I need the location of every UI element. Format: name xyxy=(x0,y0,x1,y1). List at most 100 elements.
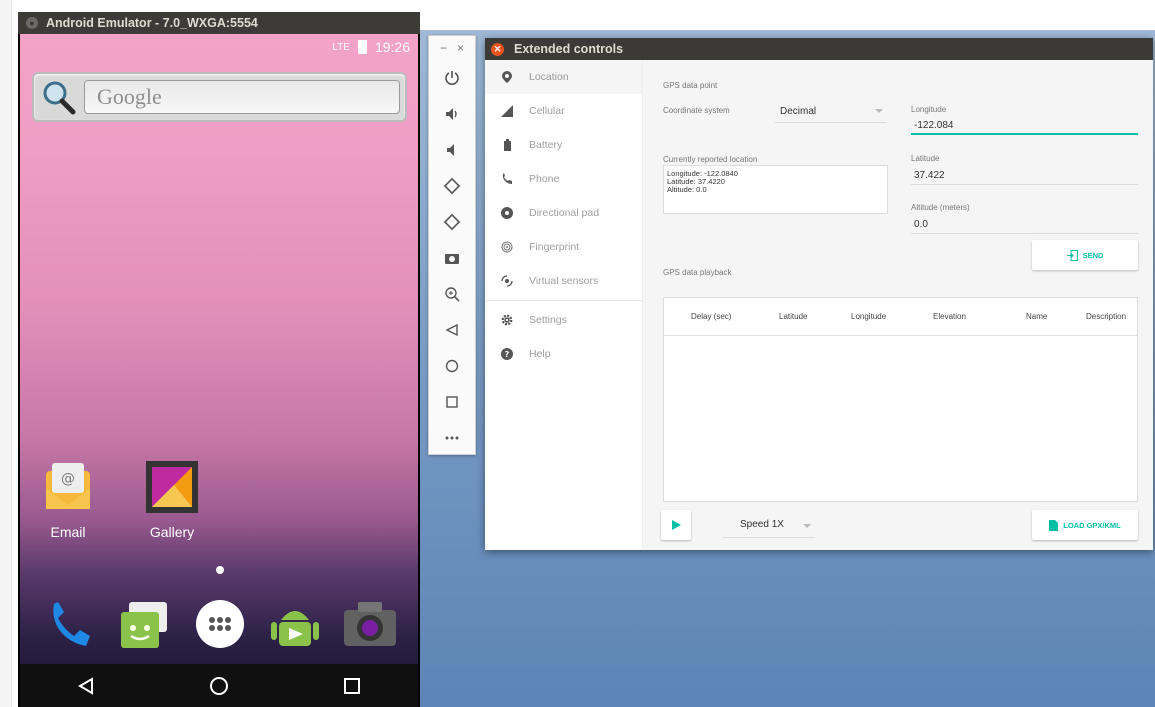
sidebar-item-cellular[interactable]: Cellular xyxy=(485,94,642,128)
gps-playback-table[interactable]: Delay (sec) Latitude Longitude Elevation… xyxy=(663,297,1138,502)
minimize-icon[interactable]: − xyxy=(440,41,447,55)
rotate-right-icon[interactable] xyxy=(429,204,475,240)
google-search-bar[interactable]: Google xyxy=(32,72,407,122)
play-store-icon[interactable] xyxy=(265,594,325,654)
phone-icon xyxy=(501,173,513,185)
send-button[interactable]: SEND xyxy=(1032,240,1138,270)
app-email[interactable]: @ Email xyxy=(28,459,108,540)
recents-icon[interactable] xyxy=(340,674,364,698)
more-icon[interactable] xyxy=(429,420,475,456)
sidebar-item-label: Cellular xyxy=(529,105,565,117)
email-icon: @ xyxy=(46,463,90,509)
rotate-left-icon[interactable] xyxy=(429,168,475,204)
column-header: Description xyxy=(1086,312,1127,321)
table-header: Delay (sec) Latitude Longitude Elevation… xyxy=(664,298,1137,336)
latitude-field[interactable]: 37.422 xyxy=(911,166,1138,185)
back-icon[interactable] xyxy=(429,312,475,348)
gps-point-heading: GPS data point xyxy=(663,81,718,90)
altitude-field[interactable]: 0.0 xyxy=(911,215,1138,234)
sidebar-item-virtual-sensors[interactable]: Virtual sensors xyxy=(485,264,642,298)
back-icon[interactable] xyxy=(74,674,98,698)
page-indicator xyxy=(216,566,224,574)
app-gallery[interactable]: Gallery xyxy=(132,459,212,540)
close-icon[interactable]: ✕ xyxy=(491,42,504,56)
sidebar-item-help[interactable]: ? Help xyxy=(485,337,642,371)
extended-controls-window: ✕ Extended controls Location Cellular Ba… xyxy=(485,38,1153,550)
toolbar-window-controls: − × xyxy=(429,36,475,60)
file-icon xyxy=(1049,519,1059,531)
column-header: Longitude xyxy=(851,312,887,321)
longitude-value: -122.084 xyxy=(914,120,954,131)
signal-icon xyxy=(501,105,513,117)
home-icon[interactable] xyxy=(429,348,475,384)
battery-icon xyxy=(501,139,513,151)
sidebar-item-label: Fingerprint xyxy=(529,241,580,253)
emulator-toolbar: − × xyxy=(428,35,476,455)
home-icon[interactable] xyxy=(207,674,231,698)
app-drawer-icon[interactable] xyxy=(190,594,250,654)
battery-icon xyxy=(357,40,367,54)
latitude-label: Latitude xyxy=(911,154,940,163)
play-button[interactable] xyxy=(661,510,691,540)
column-header: Elevation xyxy=(933,312,966,321)
coord-system-select[interactable]: Decimal xyxy=(775,100,887,123)
chevron-down-icon xyxy=(803,524,811,528)
emulator-title: Android Emulator - 7.0_WXGA:5554 xyxy=(46,16,258,30)
speed-select[interactable]: Speed 1X xyxy=(723,515,815,538)
location-panel: GPS data point Coordinate system Decimal… xyxy=(643,60,1153,550)
coord-system-value: Decimal xyxy=(780,106,817,117)
status-time: 19:26 xyxy=(374,39,410,55)
search-icon[interactable] xyxy=(40,79,76,115)
volume-down-icon[interactable] xyxy=(429,132,475,168)
column-header: Delay (sec) xyxy=(691,312,732,321)
gallery-icon xyxy=(146,461,198,513)
playback-heading: GPS data playback xyxy=(663,268,732,277)
sidebar-item-phone[interactable]: Phone xyxy=(485,162,642,196)
svg-text:?: ? xyxy=(505,350,510,359)
sidebar-item-location[interactable]: Location xyxy=(485,60,642,94)
sidebar-item-label: Settings xyxy=(529,314,567,326)
send-icon xyxy=(1066,249,1078,261)
emulator-titlebar: ● Android Emulator - 7.0_WXGA:5554 xyxy=(18,12,420,34)
overview-icon[interactable] xyxy=(429,384,475,420)
svg-text:@: @ xyxy=(61,471,75,487)
location-pin-icon xyxy=(501,71,513,83)
current-location-box: Longitude: -122.0840 Latitude: 37.4220 A… xyxy=(663,165,888,214)
device-screen[interactable]: LTE 19:26 Google @ Email Gallery xyxy=(20,34,418,707)
longitude-label: Longitude xyxy=(911,105,947,114)
fingerprint-icon xyxy=(501,241,513,253)
sidebar-item-label: Battery xyxy=(529,139,563,151)
load-gpx-kml-button[interactable]: LOAD GPX/KML xyxy=(1032,510,1138,540)
sidebar-item-settings[interactable]: Settings xyxy=(485,303,642,337)
sidebar-item-label: Virtual sensors xyxy=(529,275,599,287)
longitude-field[interactable]: -122.084 xyxy=(911,116,1138,135)
messaging-icon[interactable] xyxy=(115,594,175,654)
sidebar-item-label: Location xyxy=(529,71,569,83)
sidebar-divider xyxy=(485,300,642,301)
status-bar: LTE 19:26 xyxy=(20,34,418,60)
sidebar-item-battery[interactable]: Battery xyxy=(485,128,642,162)
volume-up-icon[interactable] xyxy=(429,96,475,132)
search-input[interactable]: Google xyxy=(84,80,400,114)
help-icon: ? xyxy=(501,348,513,360)
zoom-icon[interactable] xyxy=(429,276,475,312)
camera-icon[interactable] xyxy=(340,594,400,654)
phone-icon[interactable] xyxy=(40,594,100,654)
screenshot-icon[interactable] xyxy=(429,240,475,276)
close-icon[interactable]: × xyxy=(457,41,464,55)
signal-icon: LTE xyxy=(332,41,350,53)
current-location-label: Currently reported location xyxy=(663,155,758,164)
window-close-icon[interactable]: ● xyxy=(26,17,38,29)
power-icon[interactable] xyxy=(429,60,475,96)
sidebar-item-directional-pad[interactable]: Directional pad xyxy=(485,196,642,230)
sidebar-item-label: Directional pad xyxy=(529,207,600,219)
altitude-label: Altitude (meters) xyxy=(911,203,970,212)
coord-system-label: Coordinate system xyxy=(663,106,730,115)
sidebar-item-fingerprint[interactable]: Fingerprint xyxy=(485,230,642,264)
load-label: LOAD GPX/KML xyxy=(1063,520,1121,530)
extended-sidebar: Location Cellular Battery Phone Directio… xyxy=(485,60,643,550)
sensors-icon xyxy=(501,275,513,287)
navigation-bar xyxy=(20,664,418,707)
column-header: Name xyxy=(1026,312,1048,321)
speed-value: Speed 1X xyxy=(740,519,784,530)
